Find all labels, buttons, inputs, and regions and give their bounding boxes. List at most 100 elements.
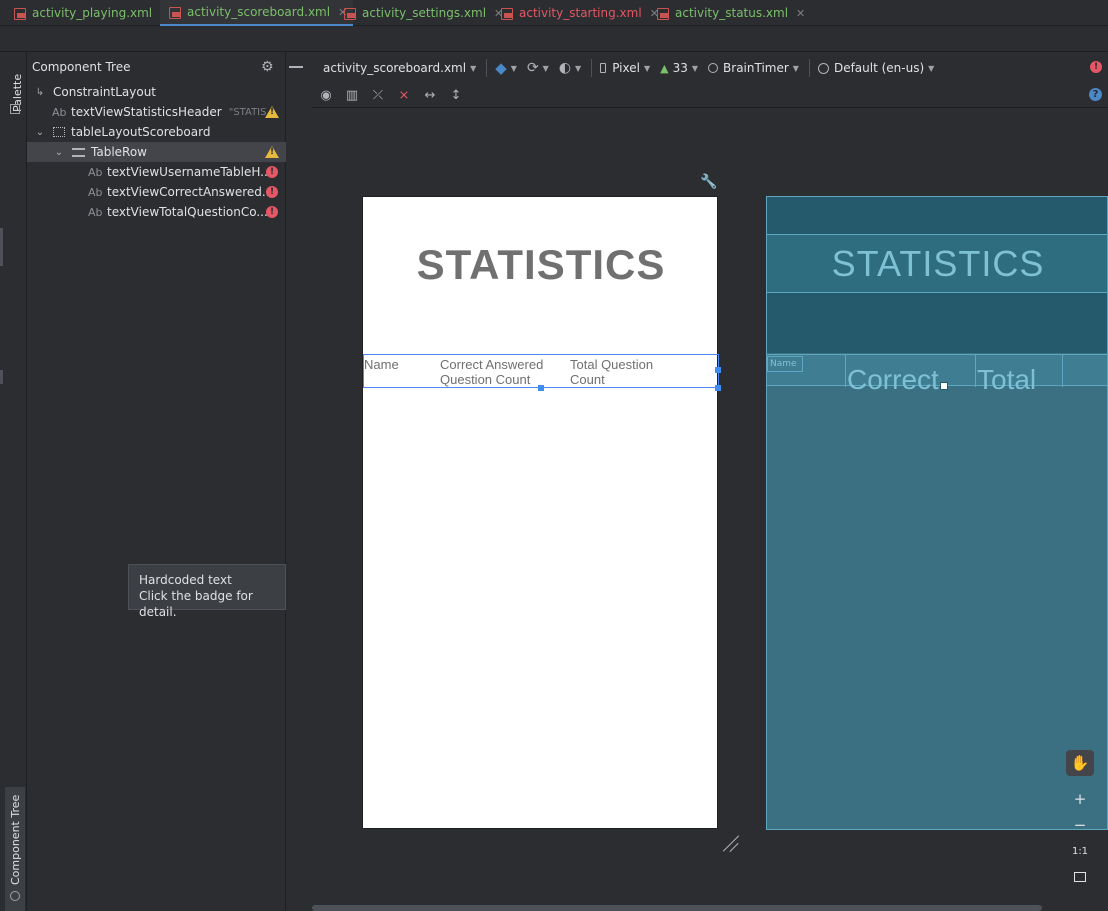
help-icon[interactable]: ? [1089, 88, 1102, 101]
error-badge-icon[interactable]: ! [266, 206, 278, 218]
statistics-title[interactable]: STATISTICS [363, 241, 719, 289]
resize-handle[interactable] [715, 367, 721, 373]
autoconnect-off-icon[interactable]: ⤫ [370, 88, 386, 104]
tree-node-total-question[interactable]: Ab textViewTotalQuestionCo... ! [27, 202, 286, 222]
strip-indicator [0, 370, 3, 384]
toolbar-divider [591, 59, 593, 77]
constraint-layout-icon: ↳ [35, 86, 45, 98]
tab-activity-starting[interactable]: activity_starting.xml ✕ [501, 0, 659, 26]
textview-icon: Ab [52, 105, 67, 119]
tree-node-label: textViewCorrectAnswered... [107, 185, 274, 199]
vertical-guideline-icon[interactable]: ↕ [448, 88, 464, 104]
zoom-one-to-one-label: 1:1 [1071, 845, 1089, 857]
device-selector[interactable]: Pixel ▼ [600, 61, 650, 75]
chevron-down-icon: ▼ [510, 63, 517, 73]
tree-node-constraintlayout[interactable]: ↳ ConstraintLayout [27, 82, 286, 102]
layout-file-icon [501, 7, 513, 20]
error-badge-icon[interactable]: ! [266, 186, 278, 198]
zoom-out-icon[interactable]: − [1066, 812, 1094, 838]
tab-activity-settings[interactable]: activity_settings.xml ✕ [344, 0, 503, 26]
correct-answered-header-cell[interactable]: Correct Answered Question Count [440, 357, 558, 387]
gear-icon[interactable]: ⚙ [261, 59, 277, 75]
zoom-controls: ✋ + − 1:1 [1066, 750, 1094, 896]
chevron-down-icon: ▼ [542, 63, 549, 73]
locale-selector[interactable]: Default (en-us) ▼ [817, 61, 935, 75]
chevron-down-icon: ▼ [470, 63, 477, 73]
tab-activity-status[interactable]: activity_status.xml ✕ [657, 0, 805, 26]
api-level-selector[interactable]: ▲ 33 ▼ [660, 61, 698, 75]
chevron-down-icon: ▼ [928, 63, 935, 73]
theme-selector[interactable]: BrainTimer ▼ [708, 61, 799, 75]
layout-file-icon [344, 7, 356, 20]
strip-indicator [0, 228, 3, 266]
design-subtoolbar: ◉ ▥ ⤫ ⨯ ↔ ↕ ? [312, 84, 1108, 108]
orientation-button[interactable]: ⟳ ▼ [527, 60, 549, 76]
chevron-down-icon: ▼ [575, 63, 582, 73]
horizontal-guideline-icon[interactable]: ↔ [422, 88, 438, 104]
warning-badge-icon[interactable] [265, 106, 279, 118]
design-surface-button[interactable]: ◆ ▼ [495, 59, 517, 77]
blueprint-table-row[interactable]: Name Correct Total [767, 354, 1107, 395]
chevron-down-icon[interactable]: ⌄ [52, 147, 66, 158]
horizontal-scrollbar[interactable] [312, 905, 1042, 911]
rotate-icon: ⟳ [526, 60, 539, 76]
columns-icon[interactable]: ▥ [344, 88, 360, 104]
chevron-down-icon: ▼ [792, 63, 799, 73]
pan-hand-icon[interactable]: ✋ [1066, 750, 1094, 776]
tree-node-statistics-header[interactable]: Ab textViewStatisticsHeader "STATIS... [27, 102, 286, 122]
toolbar-divider [486, 59, 488, 77]
blueprint-title-box[interactable]: STATISTICS [767, 235, 1107, 293]
zoom-one-to-one-button[interactable]: 1:1 [1066, 838, 1094, 864]
tab-label: activity_status.xml [675, 6, 789, 20]
wrench-icon[interactable]: 🔧 [700, 174, 717, 190]
tree-icon [10, 891, 20, 901]
tab-activity-scoreboard[interactable]: activity_scoreboard.xml ✕ [160, 0, 354, 26]
blueprint-cell[interactable]: Name [767, 355, 846, 387]
textview-icon: Ab [88, 185, 103, 199]
theme-icon [708, 63, 719, 73]
layout-file-icon [657, 7, 669, 20]
tree-node-correct-answered[interactable]: Ab textViewCorrectAnswered... ! [27, 182, 286, 202]
error-badge-icon[interactable]: ! [266, 166, 278, 178]
blueprint-preview[interactable]: STATISTICS Name Correct Total [766, 196, 1108, 830]
blueprint-total-text: Total [977, 364, 1037, 395]
minimize-icon[interactable] [289, 66, 303, 68]
total-question-header-cell[interactable]: Total Question Count [570, 357, 670, 387]
api-level-label: 33 [672, 61, 688, 75]
component-tree-panel: Component Tree ⚙ ↳ ConstraintLayout Ab t… [27, 52, 303, 911]
night-mode-button[interactable]: ◐ ▼ [559, 60, 581, 76]
clear-constraints-icon[interactable]: ⨯ [396, 88, 412, 104]
tree-node-label: textViewUsernameTableH... [107, 165, 272, 179]
eye-icon[interactable]: ◉ [318, 88, 334, 104]
resize-corner-icon[interactable] [722, 834, 740, 852]
chevron-down-icon: ▼ [691, 63, 699, 73]
design-canvas[interactable]: 🔧 STATISTICS Name Correct Answered Quest… [312, 110, 1108, 905]
editor-subbar [0, 26, 1108, 52]
blueprint-resize-handle[interactable] [940, 382, 948, 390]
chevron-down-icon[interactable]: ⌄ [33, 127, 47, 138]
tree-node-tablerow[interactable]: ⌄ TableRow [27, 142, 286, 162]
close-icon[interactable]: ✕ [796, 7, 805, 20]
blueprint-gap [767, 293, 1107, 353]
error-icon[interactable]: ! [1090, 61, 1102, 73]
warning-badge-icon[interactable] [265, 146, 279, 158]
zoom-in-icon[interactable]: + [1066, 786, 1094, 812]
blueprint-name-label: Name [767, 356, 803, 372]
android-icon: ▲ [660, 61, 669, 75]
tab-label: activity_starting.xml [519, 6, 642, 20]
design-preview[interactable]: STATISTICS Name Correct Answered Questio… [362, 196, 721, 829]
component-tree-side-tab[interactable]: Component Tree [5, 787, 25, 911]
tree-node-table-layout[interactable]: ⌄ tableLayoutScoreboard [27, 122, 286, 142]
tree-node-username-header[interactable]: Ab textViewUsernameTableH... ! [27, 162, 286, 182]
component-tree-tab[interactable]: Component Tree [9, 795, 22, 885]
file-selector[interactable]: activity_scoreboard.xml ▼ [323, 61, 476, 75]
resize-handle[interactable] [715, 385, 721, 391]
tab-activity-playing[interactable]: activity_playing.xml ✕ [14, 0, 169, 26]
component-tree-tab-label: Component Tree [9, 794, 22, 885]
name-header-cell[interactable]: Name [364, 357, 434, 372]
device-label: Pixel [612, 61, 640, 75]
tree-node-label: tableLayoutScoreboard [71, 125, 211, 139]
zoom-fit-icon[interactable] [1066, 864, 1094, 890]
textview-icon: Ab [88, 205, 103, 219]
resize-handle[interactable] [538, 385, 544, 391]
